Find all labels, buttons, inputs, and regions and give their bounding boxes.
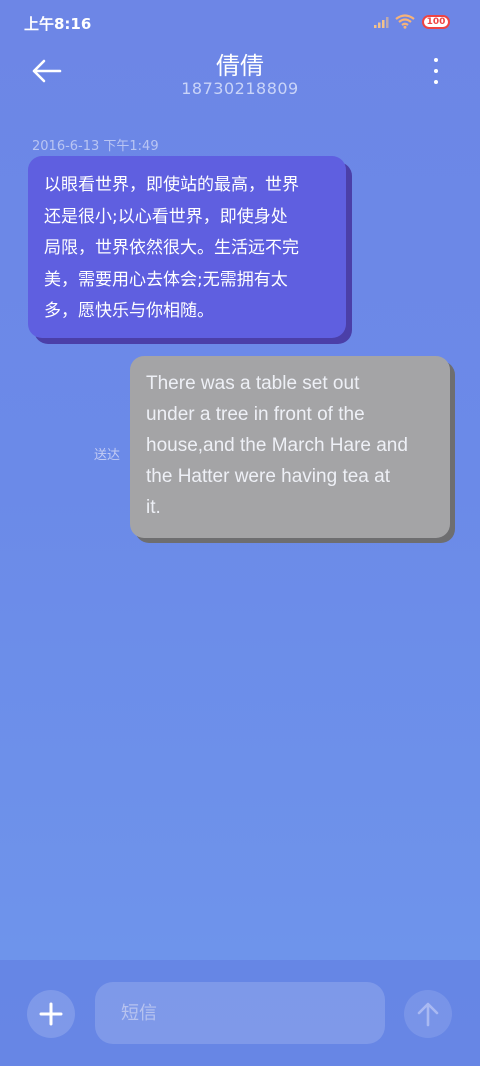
signal-icon: [374, 17, 389, 28]
status-bar: 上午8:16 100: [0, 0, 480, 46]
message-line: house,and the March Hare and: [146, 435, 408, 456]
battery-icon: 100: [422, 15, 450, 29]
contact-name: 倩倩: [216, 52, 264, 80]
message-input[interactable]: [95, 982, 385, 1044]
message-line: 多，愿快乐与你相随。: [44, 301, 214, 321]
message-line: it.: [146, 497, 161, 518]
outgoing-message-bubble[interactable]: There was a table set out under a tree i…: [130, 356, 450, 538]
message-line: 局限，世界依然很大。生活远不完: [44, 238, 299, 258]
more-vertical-icon[interactable]: [426, 58, 446, 84]
send-button[interactable]: [404, 990, 452, 1038]
conversation-header: 倩倩 18730218809: [0, 46, 480, 106]
delivery-status: 送达: [94, 448, 121, 463]
plus-icon: [39, 1002, 63, 1026]
message-line: 美，需要用心去体会;无需拥有太: [44, 269, 288, 290]
add-attachment-button[interactable]: [27, 990, 75, 1038]
contact-phone-number: 18730218809: [181, 79, 299, 98]
message-line: under a tree in front of the: [146, 404, 365, 425]
incoming-message-bubble[interactable]: 以眼看世界，即使站的最高，世界 还是很小;以心看世界，即使身处 局限，世界依然很…: [28, 156, 346, 338]
message-timestamp: 2016-6-13 下午1:49: [32, 139, 159, 154]
wifi-icon: [395, 14, 415, 29]
message-line: There was a table set out: [146, 373, 360, 394]
send-arrow-icon: [417, 1002, 439, 1027]
message-line: the Hatter were having tea at: [146, 466, 390, 487]
status-time: 上午8:16: [24, 15, 92, 33]
battery-level: 100: [426, 16, 446, 27]
message-line: 以眼看世界，即使站的最高，世界: [44, 175, 299, 195]
message-line: 还是很小;以心看世界，即使身处: [44, 206, 288, 227]
composer-bar: [0, 960, 480, 1066]
